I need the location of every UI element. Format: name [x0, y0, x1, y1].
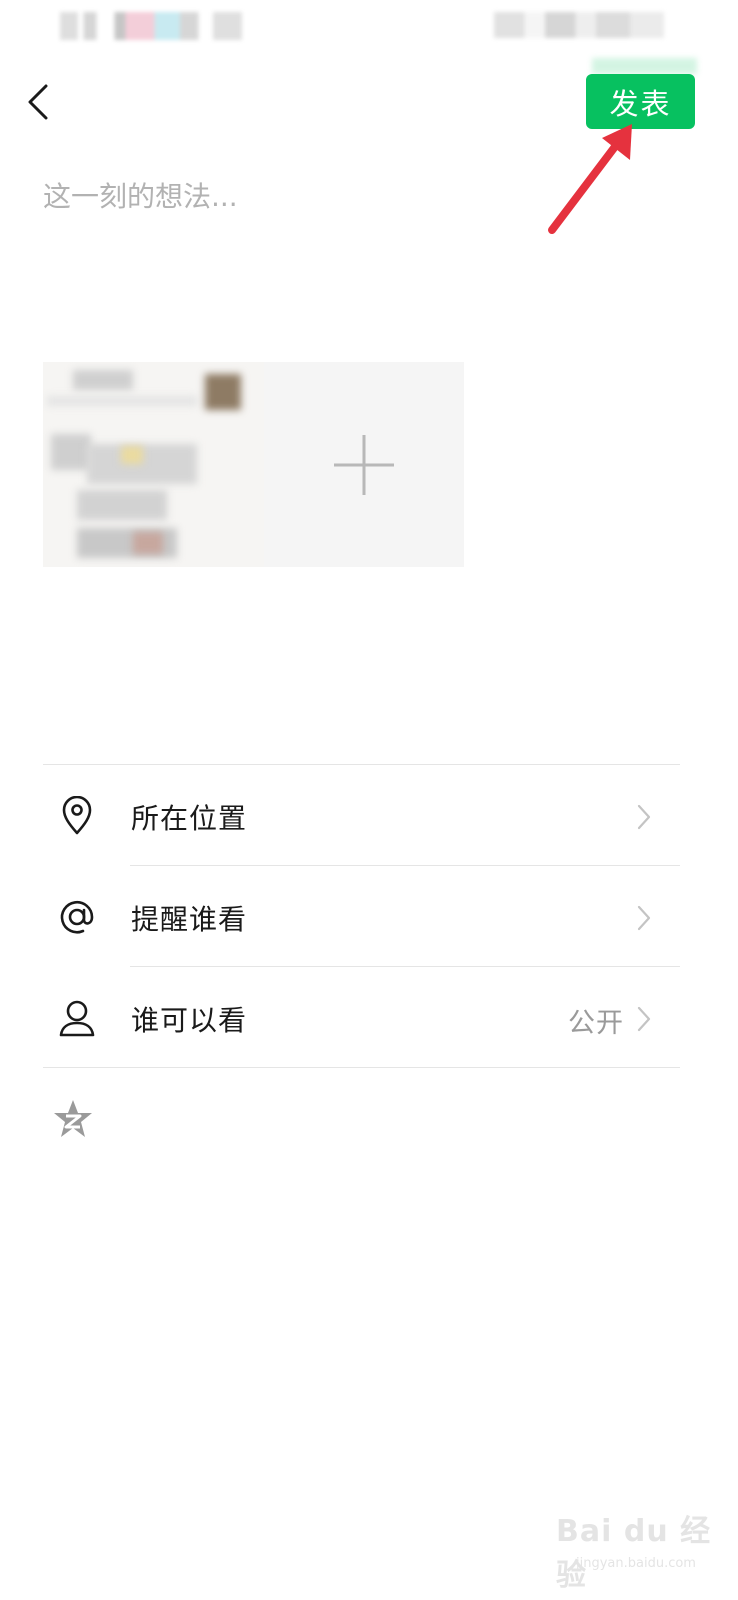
location-row-label: 所在位置: [131, 802, 248, 835]
location-row[interactable]: 所在位置: [43, 766, 680, 866]
person-icon: [57, 998, 97, 1038]
status-bar-right-blurred: [494, 12, 664, 38]
plus-icon: [334, 434, 394, 495]
add-photo-button[interactable]: [264, 362, 464, 567]
divider: [43, 764, 680, 765]
chevron-right-icon: [637, 1006, 651, 1032]
visibility-row-label: 谁可以看: [131, 1004, 248, 1037]
status-bar-left-blurred: [60, 12, 242, 40]
publish-button[interactable]: 发表: [586, 74, 695, 129]
divider: [43, 1067, 680, 1068]
mention-row[interactable]: 提醒谁看: [43, 867, 680, 967]
chevron-right-icon: [637, 804, 651, 830]
visibility-row[interactable]: 谁可以看 公开: [43, 968, 680, 1068]
baidu-watermark: Bai du 经验 jingyan.baidu.com: [556, 1506, 726, 1593]
qzone-star-icon[interactable]: [52, 1098, 94, 1140]
status-bar: [0, 0, 738, 52]
chevron-left-icon: [28, 84, 48, 120]
watermark-main: Bai du 经验: [556, 1514, 712, 1593]
divider: [130, 966, 680, 967]
back-button[interactable]: [18, 78, 58, 126]
photo-thumbnail[interactable]: [43, 362, 264, 567]
watermark-url: jingyan.baidu.com: [576, 1556, 696, 1571]
divider: [130, 865, 680, 866]
mention-row-label: 提醒谁看: [131, 903, 248, 936]
visibility-row-value: 公开: [568, 1008, 624, 1039]
publish-button-glow: [592, 58, 697, 74]
chevron-right-icon: [637, 905, 651, 931]
at-sign-icon: [57, 897, 97, 937]
location-pin-icon: [57, 796, 97, 836]
thought-input[interactable]: [43, 168, 693, 224]
